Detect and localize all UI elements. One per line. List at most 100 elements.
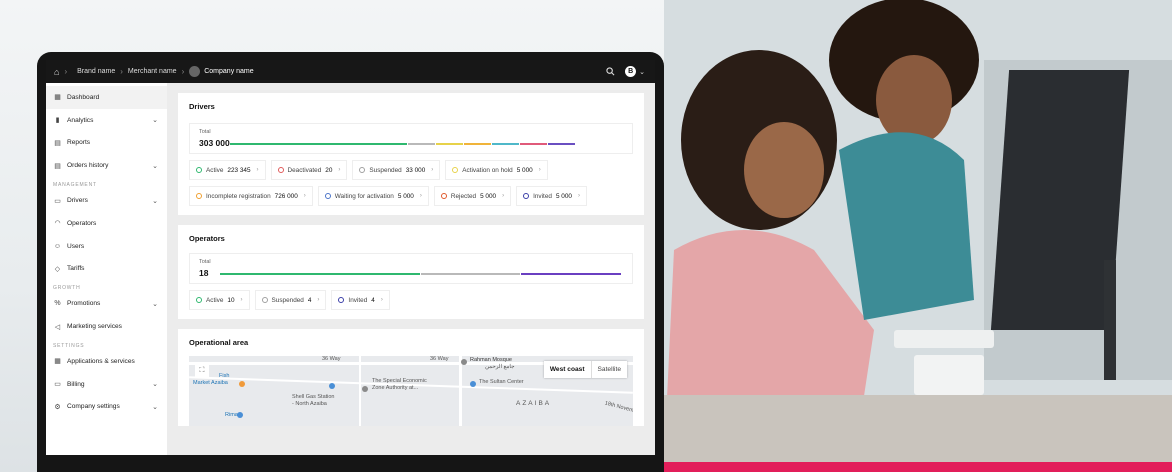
map-pin-icon[interactable] (237, 412, 243, 418)
home-icon[interactable]: ⌂ (54, 67, 59, 77)
map-label: 18th November St (603, 400, 633, 417)
status-pill-suspended[interactable]: Suspended 33 000 › (352, 160, 441, 180)
sidebar-item-applications-services[interactable]: ▦ Applications & services (46, 350, 167, 373)
sidebar: ▦ Dashboard ▮ Analytics ⌄ ▤ Reports ▤ Orders his… (46, 83, 167, 455)
company-avatar (189, 66, 201, 77)
map-pin-icon[interactable] (461, 359, 467, 365)
map-satellite-button[interactable]: Satellite (592, 361, 627, 378)
status-dot-icon (196, 297, 202, 303)
status-pill-invited[interactable]: Invited 4 › (331, 290, 390, 310)
map-pin-icon[interactable] (239, 381, 245, 387)
sidebar-item-label: Drivers (67, 197, 88, 205)
map-label: Shell Gas Station (292, 394, 335, 400)
status-pill-activation-on-hold[interactable]: Activation on hold 5 000 › (445, 160, 548, 180)
sidebar-item-label: Dashboard (67, 93, 100, 101)
operators-card: Operators Total 18 Active 10 › Suspended 4 › I… (178, 225, 644, 319)
status-label: Incomplete registration (206, 192, 271, 200)
sidebar-item-drivers[interactable]: ▭ Drivers ⌄ (46, 189, 167, 212)
sidebar-item-label: Operators (67, 219, 97, 227)
status-label: Invited (533, 192, 552, 200)
status-pill-rejected[interactable]: Rejected 5 000 › (433, 186, 512, 206)
operational-area-map[interactable]: 36 Way 36 Way Rahman Mosque جامع الرحمن … (189, 356, 633, 426)
operators-title: Operators (189, 234, 225, 243)
chevron-down-icon: ⌄ (152, 162, 158, 170)
laptop-frame: ⌂ › Brand name › Merchant name › Company… (37, 52, 664, 472)
status-dot-icon (261, 297, 268, 303)
map-label: Zone Authority at... (372, 385, 419, 391)
chevron-right-icon: › (538, 167, 541, 173)
map-pin-icon[interactable] (329, 383, 335, 389)
map-label: The Sultan Center (479, 379, 524, 385)
sidebar-item-promotions[interactable]: % Promotions ⌄ (46, 292, 167, 315)
chevron-right-icon: › (256, 167, 259, 173)
drivers-card: Drivers Total 303 000 Active 223 345 › Deac… (178, 93, 644, 215)
apps-icon: ▦ (54, 358, 61, 366)
map-pin-icon[interactable] (362, 386, 368, 392)
sidebar-section-management: MANAGEMENT (53, 182, 97, 189)
photo-illustration (664, 0, 1172, 462)
sidebar-item-orders-history[interactable]: ▤ Orders history ⌄ (46, 154, 167, 177)
bar-segment (220, 273, 420, 275)
status-pill-suspended[interactable]: Suspended 4 › (254, 290, 327, 310)
sidebar-item-dashboard[interactable]: ▦ Dashboard (46, 86, 167, 109)
sidebar-item-company-settings[interactable]: ⚙ Company settings ⌄ (46, 396, 167, 419)
status-pill-incomplete-registration[interactable]: Incomplete registration 726 000 › (189, 186, 313, 206)
status-dot-icon (338, 297, 345, 303)
search-icon[interactable] (606, 67, 615, 76)
status-dot-icon (523, 193, 530, 199)
bar-segment (464, 143, 491, 145)
bar-segment (519, 143, 547, 145)
breadcrumb-brand[interactable]: Brand name (77, 68, 115, 75)
percent-icon: % (54, 300, 61, 308)
status-dot-icon (359, 167, 366, 173)
breadcrumb-company[interactable]: Company name (189, 66, 254, 77)
status-pill-deactivated[interactable]: Deactivated 20 › (270, 160, 348, 180)
sidebar-item-tariffs[interactable]: ◇ Tariffs (46, 258, 167, 281)
operational-area-title: Operational area (189, 338, 249, 347)
status-count: 726 000 (274, 192, 298, 200)
chevron-down-icon: ⌄ (152, 117, 158, 125)
drivers-total-label: Total (199, 129, 211, 135)
map-west-coast-button[interactable]: West coast (544, 361, 592, 378)
chevron-down-icon: ⌄ (152, 197, 158, 205)
dashboard-main: Drivers Total 303 000 Active 223 345 › Deac… (167, 83, 655, 455)
sidebar-item-label: Promotions (67, 300, 101, 308)
sidebar-item-operators[interactable]: ◠ Operators (46, 212, 167, 235)
status-dot-icon (196, 193, 202, 199)
car-icon: ▭ (54, 197, 61, 205)
user-menu[interactable]: B ⌄ (625, 66, 645, 77)
chevron-right-icon: › (577, 193, 580, 199)
status-count: 5 000 (480, 192, 497, 200)
sidebar-item-label: Marketing services (67, 323, 122, 331)
status-pill-waiting-for-activation[interactable]: Waiting for activation 5 000 › (317, 186, 429, 206)
photo-two-women-at-monitor (664, 0, 1172, 462)
sidebar-item-users[interactable]: ☺ Users (46, 235, 167, 258)
sidebar-item-billing[interactable]: ▭ Billing ⌄ (46, 373, 167, 396)
bar-segment (230, 143, 408, 145)
status-count: 20 (325, 166, 333, 174)
fullscreen-icon[interactable]: ⛶ (195, 364, 209, 378)
breadcrumb-merchant[interactable]: Merchant name (128, 68, 177, 75)
operators-status-bar (220, 273, 622, 275)
status-pill-invited[interactable]: Invited 5 000 › (516, 186, 587, 206)
chevron-right-icon: › (419, 193, 422, 199)
breadcrumb-separator-icon: › (120, 67, 123, 76)
sidebar-item-label: Tariffs (67, 265, 85, 273)
headset-icon: ◠ (54, 220, 61, 228)
status-label: Activation on hold (462, 166, 513, 174)
bar-segment (436, 143, 463, 145)
operators-status-row: Active 10 › Suspended 4 › Invited 4 › (189, 290, 633, 310)
status-pill-active[interactable]: Active 10 › (189, 290, 250, 310)
sidebar-item-marketing-services[interactable]: ◁ Marketing services (46, 315, 167, 338)
sidebar-item-reports[interactable]: ▤ Reports (46, 132, 167, 155)
status-pill-active[interactable]: Active 223 345 › (189, 160, 266, 180)
bar-segment (547, 143, 575, 145)
chevron-down-icon: ⌄ (639, 68, 645, 76)
map-pin-icon[interactable] (470, 381, 476, 387)
sidebar-item-analytics[interactable]: ▮ Analytics ⌄ (46, 109, 167, 132)
topbar-actions: B ⌄ (606, 66, 655, 77)
status-count: 223 345 (227, 166, 251, 174)
bar-segment (420, 273, 521, 275)
chevron-right-icon: › (431, 167, 434, 173)
map-label: Rahman Mosque (470, 357, 512, 363)
